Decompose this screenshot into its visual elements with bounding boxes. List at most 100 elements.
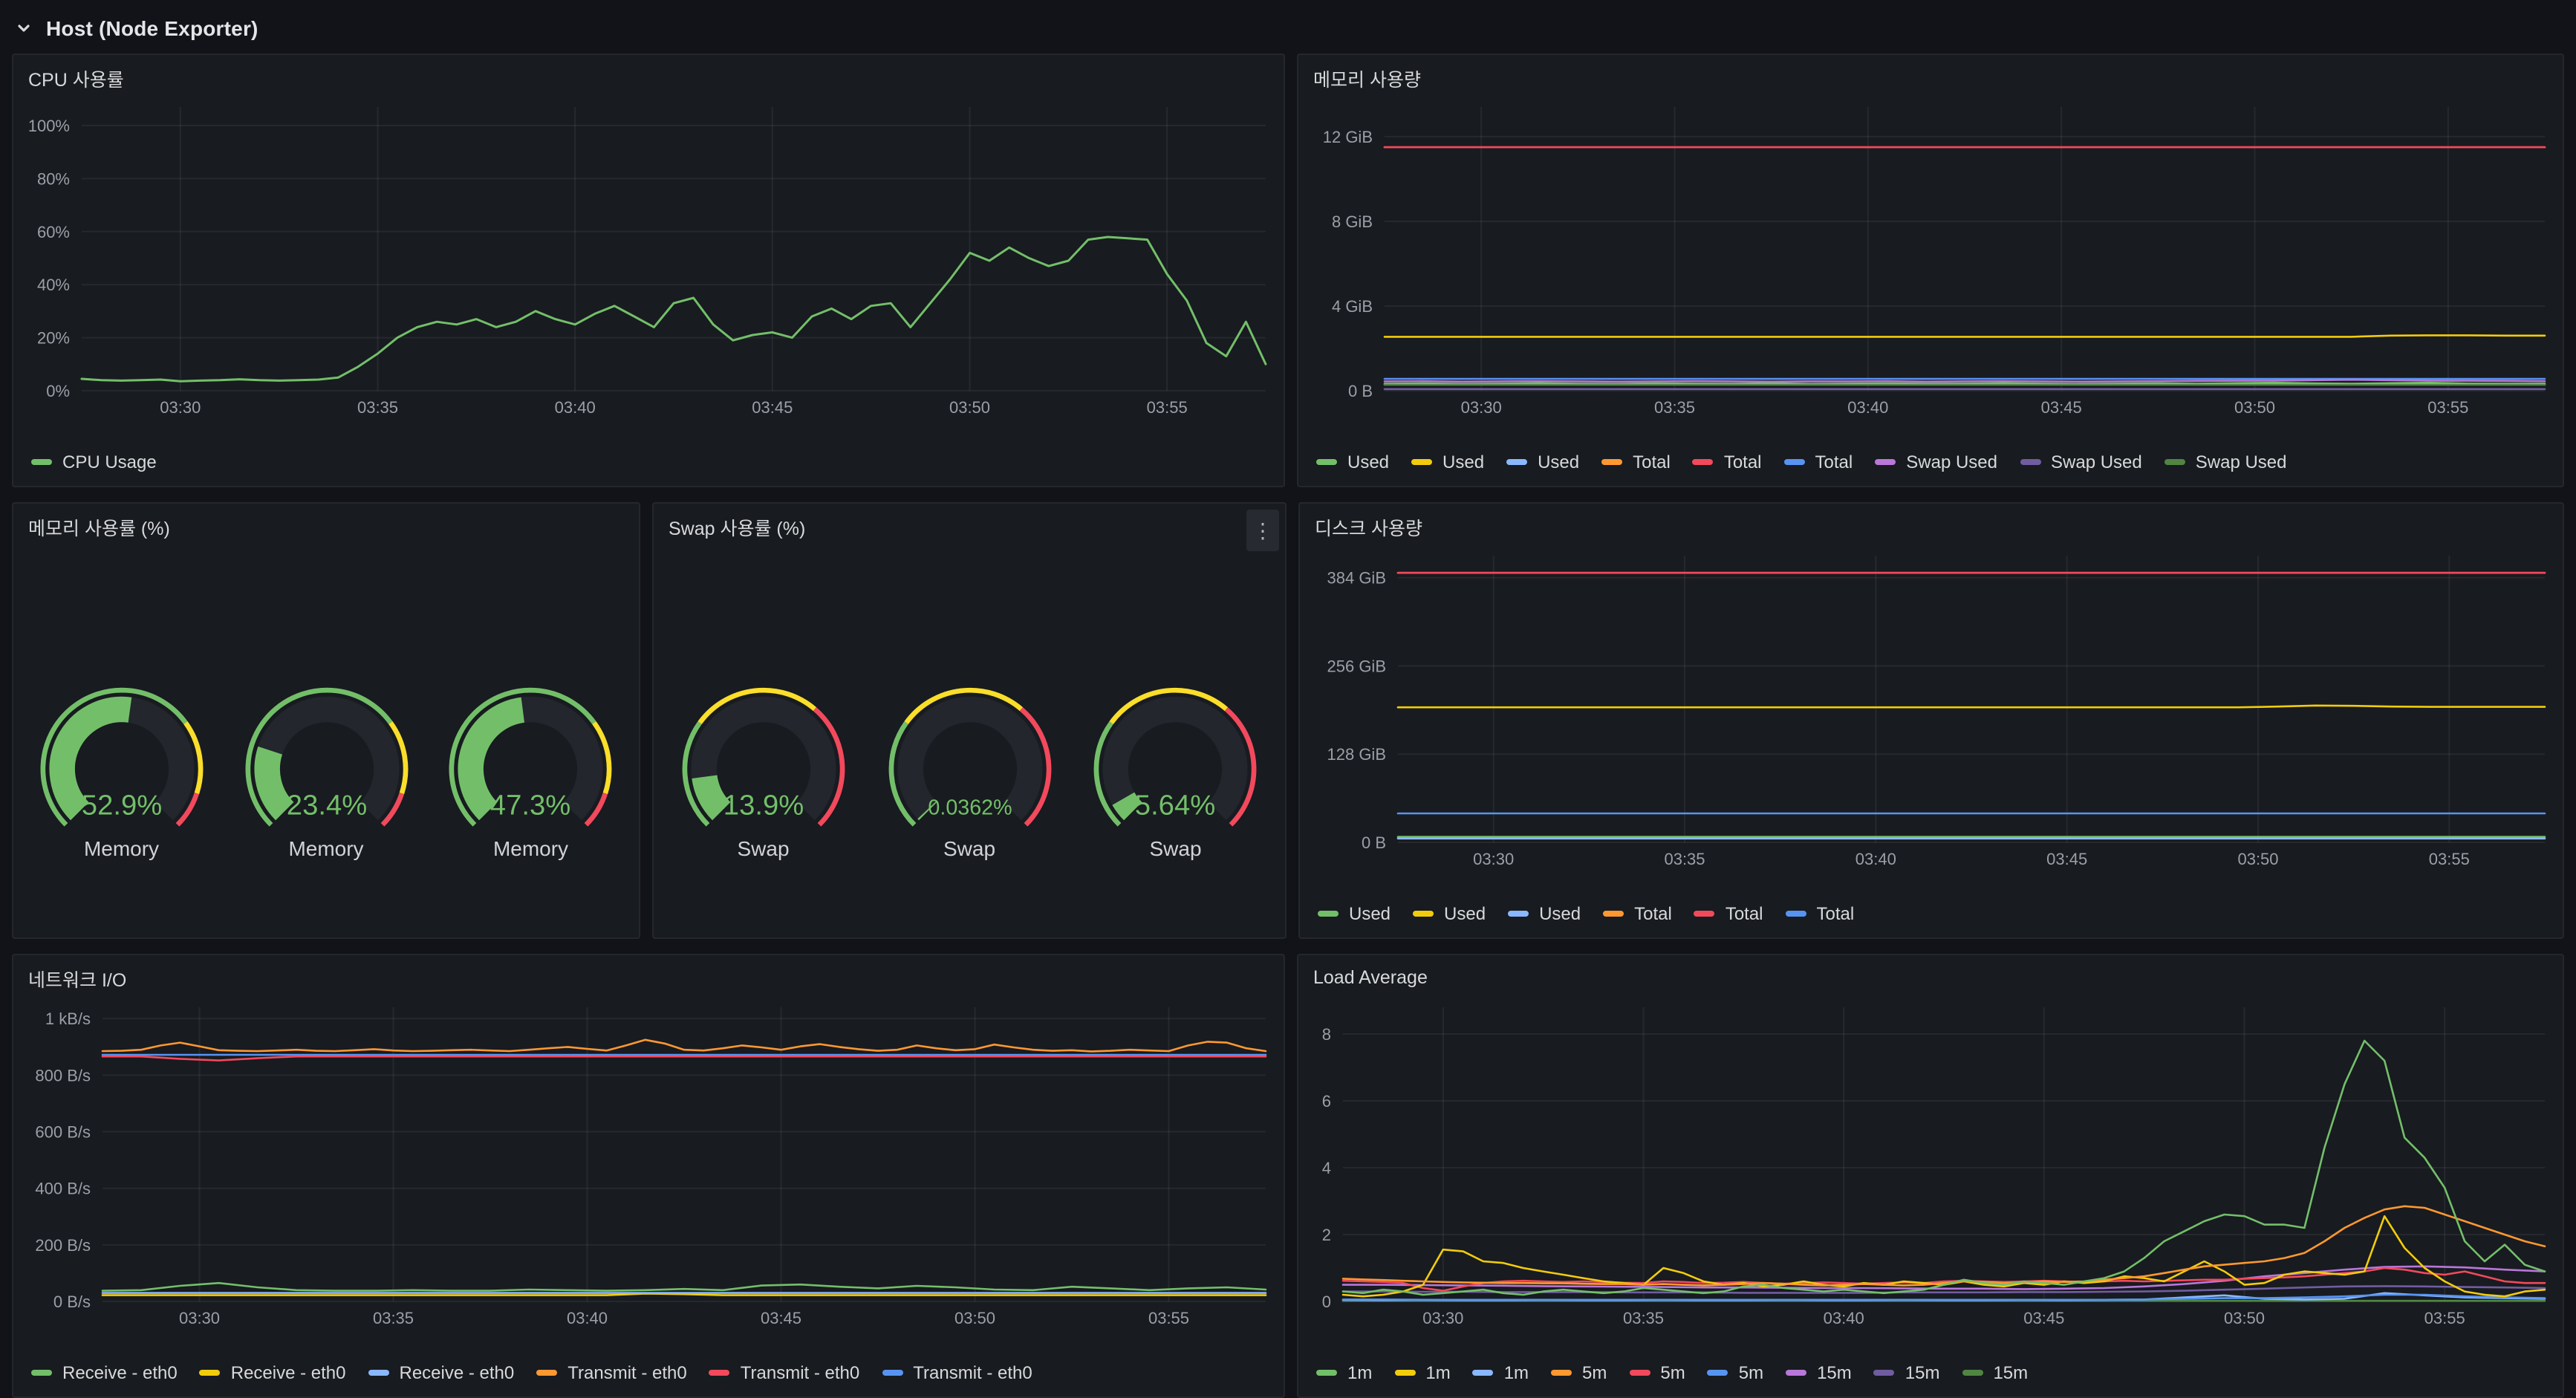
- legend-item[interactable]: Used: [1508, 903, 1581, 924]
- gauge-label: Swap: [1149, 836, 1202, 860]
- legend-item[interactable]: 15m: [1873, 1362, 1939, 1383]
- svg-text:03:45: 03:45: [2046, 850, 2087, 868]
- legend-item[interactable]: 5m: [1707, 1362, 1763, 1383]
- legend-item[interactable]: Total: [1692, 452, 1762, 472]
- legend-item[interactable]: Total: [1694, 903, 1763, 924]
- legend-item[interactable]: Total: [1601, 452, 1671, 472]
- legend-swatch: [1508, 911, 1529, 917]
- gauge-label: Swap: [943, 836, 996, 860]
- gauge-arc: 52.9%: [40, 687, 203, 827]
- cpu-chart[interactable]: 03:30 03:35 03:40 03:45 03:50 03:55 0% 20% 40% 60…: [19, 94, 1275, 420]
- legend-swatch: [709, 1370, 730, 1376]
- svg-text:0 B/s: 0 B/s: [53, 1293, 91, 1311]
- chart-canvas[interactable]: 03:30 03:35 03:40 03:45 03:50 03:55 0 2 4 6 8: [1304, 994, 2554, 1331]
- svg-text:384 GiB: 384 GiB: [1327, 569, 1387, 588]
- legend-item[interactable]: Total: [1783, 452, 1853, 472]
- legend-item[interactable]: 1m: [1394, 1362, 1451, 1383]
- load-legend: 1m 1m 1m 5m 5m 5m 15m 15m 15m: [1316, 1359, 2551, 1386]
- legend-swatch: [1875, 459, 1896, 465]
- memory-gauges: 52.9% Memory 23.4% Memory 47.3% Memory: [13, 542, 639, 923]
- panel-cpu-usage: CPU 사용률 03:30 03:35 03:40 03:45 03:50 03:55 0%…: [12, 53, 1285, 487]
- legend-item[interactable]: CPU Usage: [31, 452, 157, 472]
- legend-item[interactable]: Transmit - eth0: [709, 1362, 860, 1383]
- legend-item[interactable]: Total: [1785, 903, 1854, 924]
- load-chart[interactable]: 03:30 03:35 03:40 03:45 03:50 03:55 0 2 4 6 8: [1304, 994, 2554, 1331]
- svg-text:03:45: 03:45: [761, 1309, 801, 1327]
- legend-swatch: [31, 1370, 52, 1376]
- legend-item[interactable]: Transmit - eth0: [882, 1362, 1032, 1383]
- svg-text:52.9%: 52.9%: [81, 789, 161, 821]
- panel-header[interactable]: 디스크 사용량: [1300, 504, 2563, 545]
- row-title: Host (Node Exporter): [46, 16, 258, 40]
- memory-chart[interactable]: 03:30 03:35 03:40 03:45 03:50 03:55 0 B 4 GiB 8 …: [1304, 94, 2554, 420]
- legend-swatch: [1783, 459, 1805, 465]
- legend-swatch: [1603, 911, 1624, 917]
- svg-text:1 kB/s: 1 kB/s: [45, 1010, 91, 1028]
- panel-header[interactable]: 메모리 사용률 (%): [13, 504, 639, 545]
- legend-item[interactable]: Total: [1603, 903, 1672, 924]
- legend-label: Swap Used: [2195, 452, 2287, 472]
- legend-swatch: [1962, 1370, 1983, 1376]
- legend-item[interactable]: Used: [1316, 452, 1389, 472]
- legend-item[interactable]: Swap Used: [2164, 452, 2287, 472]
- legend-item[interactable]: Receive - eth0: [31, 1362, 178, 1383]
- legend-item[interactable]: 1m: [1472, 1362, 1529, 1383]
- legend-label: Transmit - eth0: [740, 1362, 860, 1383]
- legend-item[interactable]: 1m: [1316, 1362, 1372, 1383]
- dashboard-row-toggle[interactable]: Host (Node Exporter): [15, 12, 258, 45]
- legend-item[interactable]: Used: [1411, 452, 1484, 472]
- svg-text:03:55: 03:55: [2427, 398, 2468, 417]
- legend-swatch: [1506, 459, 1528, 465]
- legend-item[interactable]: Transmit - eth0: [536, 1362, 687, 1383]
- legend-label: Total: [1633, 452, 1671, 472]
- legend-label: Transmit - eth0: [567, 1362, 687, 1383]
- legend-swatch: [1694, 911, 1715, 917]
- svg-text:03:35: 03:35: [1664, 850, 1705, 868]
- svg-text:5.64%: 5.64%: [1135, 789, 1215, 821]
- svg-text:03:50: 03:50: [2234, 398, 2275, 417]
- svg-text:03:45: 03:45: [752, 398, 793, 417]
- svg-text:47.3%: 47.3%: [490, 789, 570, 821]
- svg-text:800 B/s: 800 B/s: [35, 1066, 91, 1085]
- gauge: 47.3% Memory: [435, 682, 628, 860]
- svg-text:03:35: 03:35: [373, 1309, 414, 1327]
- gauge: 5.64% Swap: [1079, 682, 1272, 860]
- legend-item[interactable]: Used: [1413, 903, 1486, 924]
- panel-memory-usage: 메모리 사용량 03:30 03:35 03:40 03:45 03:50 03:55 0 …: [1297, 53, 2564, 487]
- legend-item[interactable]: Swap Used: [1875, 452, 1997, 472]
- panel-header[interactable]: 네트워크 I/O: [13, 955, 1284, 997]
- legend-label: 1m: [1503, 1362, 1529, 1383]
- disk-chart[interactable]: 03:30 03:35 03:40 03:45 03:50 03:55 0 B 128 GiB…: [1306, 542, 2554, 872]
- legend-item[interactable]: Swap Used: [2020, 452, 2142, 472]
- chart-canvas[interactable]: 03:30 03:35 03:40 03:45 03:50 03:55 0 B 128 GiB…: [1306, 542, 2554, 872]
- disk-legend: Used Used Used Total Total Total: [1318, 900, 2551, 927]
- svg-text:03:50: 03:50: [2237, 850, 2278, 868]
- panel-header[interactable]: 메모리 사용량: [1298, 55, 2563, 97]
- panel-header[interactable]: CPU 사용률: [13, 55, 1284, 97]
- panel-title: CPU 사용률: [28, 69, 124, 90]
- panel-title: 디스크 사용량: [1315, 518, 1422, 539]
- chart-canvas[interactable]: 03:30 03:35 03:40 03:45 03:50 03:55 0% 20% 40% 60…: [19, 94, 1275, 420]
- svg-text:03:40: 03:40: [1847, 398, 1888, 417]
- chart-canvas[interactable]: 03:30 03:35 03:40 03:45 03:50 03:55 0 B/s 200 B…: [19, 994, 1275, 1331]
- svg-text:03:55: 03:55: [1147, 398, 1188, 417]
- network-chart[interactable]: 03:30 03:35 03:40 03:45 03:50 03:55 0 B/s 200 B…: [19, 994, 1275, 1331]
- legend-item[interactable]: Used: [1506, 452, 1579, 472]
- legend-item[interactable]: 15m: [1786, 1362, 1852, 1383]
- legend-item[interactable]: Receive - eth0: [199, 1362, 346, 1383]
- svg-text:600 B/s: 600 B/s: [35, 1123, 91, 1142]
- legend-item[interactable]: Used: [1318, 903, 1391, 924]
- panel-header[interactable]: Load Average: [1298, 955, 2563, 997]
- legend-item[interactable]: Receive - eth0: [368, 1362, 514, 1383]
- svg-text:256 GiB: 256 GiB: [1327, 657, 1387, 675]
- gauge-arc: 47.3%: [449, 687, 612, 827]
- legend-item[interactable]: 5m: [1551, 1362, 1607, 1383]
- svg-text:0 B: 0 B: [1348, 382, 1373, 400]
- svg-text:03:40: 03:40: [555, 398, 596, 417]
- panel-header[interactable]: Swap 사용률 (%): [654, 504, 1285, 545]
- chart-canvas[interactable]: 03:30 03:35 03:40 03:45 03:50 03:55 0 B 4 GiB 8 …: [1304, 94, 2554, 420]
- svg-text:13.9%: 13.9%: [723, 789, 803, 821]
- legend-item[interactable]: 15m: [1962, 1362, 2028, 1383]
- legend-item[interactable]: 5m: [1629, 1362, 1685, 1383]
- svg-text:03:55: 03:55: [1148, 1309, 1189, 1327]
